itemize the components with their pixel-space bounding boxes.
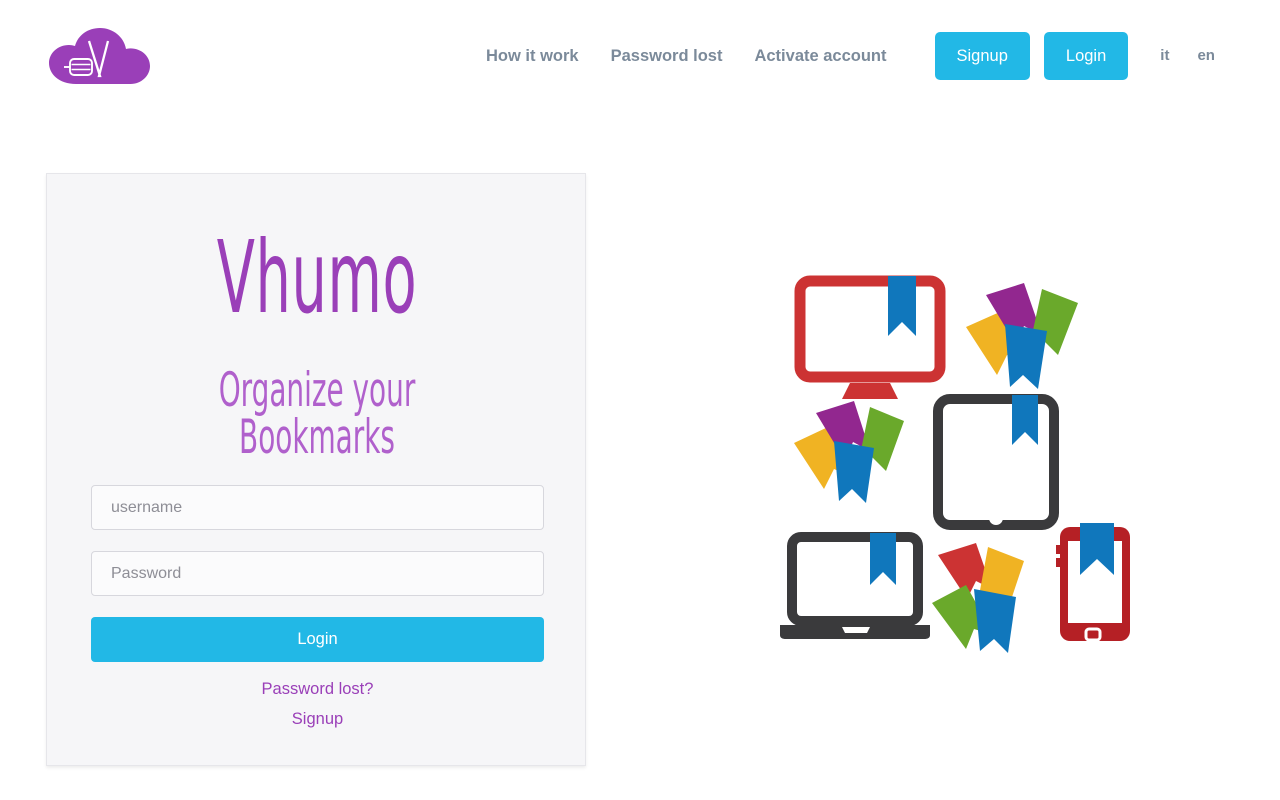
login-submit-button[interactable]: Login xyxy=(91,617,544,662)
brand-subtitle: Organize your Bookmarks xyxy=(218,363,416,465)
language-link-en[interactable]: en xyxy=(1183,30,1229,82)
brand-title: Vhumo xyxy=(216,219,418,336)
main-navigation: How it work Password lost Activate accou… xyxy=(470,30,1229,82)
signup-button[interactable]: Signup xyxy=(934,32,1030,80)
bookmark-cluster-middle xyxy=(794,401,904,503)
signup-link[interactable]: Signup xyxy=(91,704,544,734)
bookmark-cluster-top xyxy=(966,283,1078,389)
login-card: Vhumo Organize your Bookmarks Login Pass… xyxy=(46,173,586,766)
bookmark-blue-icon xyxy=(974,589,1016,653)
nav-link-how-it-work[interactable]: How it work xyxy=(470,30,595,82)
laptop-icon xyxy=(780,532,930,639)
password-lost-link[interactable]: Password lost? xyxy=(91,674,544,704)
devices-with-bookmarks-illustration xyxy=(770,265,1160,665)
nav-link-password-lost[interactable]: Password lost xyxy=(595,30,739,82)
login-form: Login Password lost? Signup xyxy=(91,485,544,734)
card-links: Password lost? Signup xyxy=(91,674,544,734)
site-logo[interactable] xyxy=(46,26,152,88)
language-link-it[interactable]: it xyxy=(1146,30,1183,82)
username-input[interactable] xyxy=(91,485,544,530)
tablet-icon xyxy=(933,394,1059,530)
bookmark-cluster-bottom xyxy=(932,543,1024,653)
nav-link-activate-account[interactable]: Activate account xyxy=(738,30,902,82)
cloud-v-logo-icon xyxy=(49,28,150,84)
desktop-monitor-icon xyxy=(794,275,946,399)
illustration-svg xyxy=(780,275,1130,653)
password-input[interactable] xyxy=(91,551,544,596)
login-button[interactable]: Login xyxy=(1043,32,1129,80)
bookmark-blue-icon xyxy=(1005,324,1047,389)
site-header: How it work Password lost Activate accou… xyxy=(0,0,1280,112)
smartphone-icon xyxy=(1056,523,1130,642)
bookmark-blue-icon xyxy=(834,441,874,503)
